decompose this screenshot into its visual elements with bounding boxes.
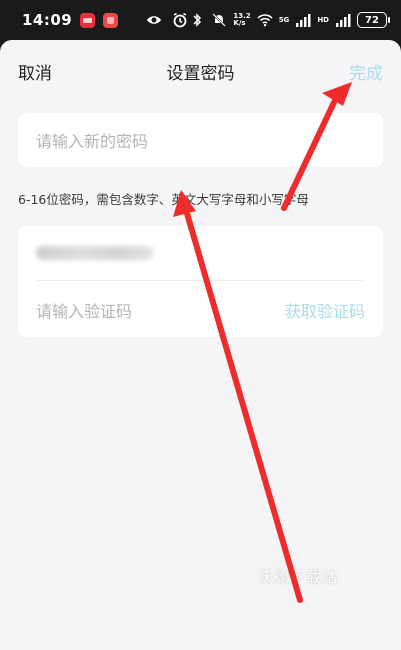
phone-number-row bbox=[36, 226, 365, 281]
password-rules-hint: 6-16位密码，需包含数字、英文大写字母和小写字母 bbox=[18, 192, 309, 207]
nav-bar: 取消 设置密码 完成 bbox=[0, 40, 401, 102]
page-title: 设置密码 bbox=[166, 63, 235, 84]
network-speed-indicator: 13.2 K/s bbox=[233, 12, 251, 27]
signal-icon-2 bbox=[335, 14, 351, 27]
watermark: 沃德下载站 bbox=[258, 568, 339, 586]
cancel-button[interactable]: 取消 bbox=[18, 59, 52, 84]
done-button[interactable]: 完成 bbox=[349, 59, 383, 84]
app-notification-icon-2 bbox=[103, 12, 119, 28]
verification-code-row: 请输入验证码 获取验证码 bbox=[36, 282, 365, 337]
verification-card: 请输入验证码 获取验证码 bbox=[18, 226, 383, 337]
battery-icon: 72 bbox=[356, 12, 390, 28]
app-notification-icon bbox=[80, 12, 96, 28]
network-badge-1: 5G bbox=[278, 15, 290, 24]
phone-number-redacted bbox=[36, 246, 154, 260]
new-password-placeholder: 请输入新的密码 bbox=[36, 132, 149, 151]
status-middle bbox=[146, 12, 188, 28]
mute-icon bbox=[212, 13, 227, 27]
network-badge-2: HD bbox=[317, 15, 329, 24]
get-code-button[interactable]: 获取验证码 bbox=[285, 298, 365, 322]
status-bar: 14:09 13.2 K/s 5G HD 72 bbox=[0, 0, 401, 40]
status-right: 13.2 K/s 5G HD 72 bbox=[189, 12, 390, 28]
status-time: 14:09 bbox=[22, 11, 73, 29]
new-password-field[interactable]: 请输入新的密码 bbox=[18, 113, 383, 167]
verification-code-field[interactable]: 请输入验证码 bbox=[36, 298, 132, 322]
alarm-icon bbox=[173, 12, 187, 28]
bluetooth-icon bbox=[193, 13, 202, 27]
status-left: 14:09 bbox=[22, 11, 119, 29]
signal-icon bbox=[296, 14, 311, 27]
eye-icon bbox=[146, 16, 161, 24]
set-password-sheet: 取消 设置密码 完成 请输入新的密码 6-16位密码，需包含数字、英文大写字母和… bbox=[0, 40, 401, 650]
wifi-icon bbox=[257, 14, 273, 27]
